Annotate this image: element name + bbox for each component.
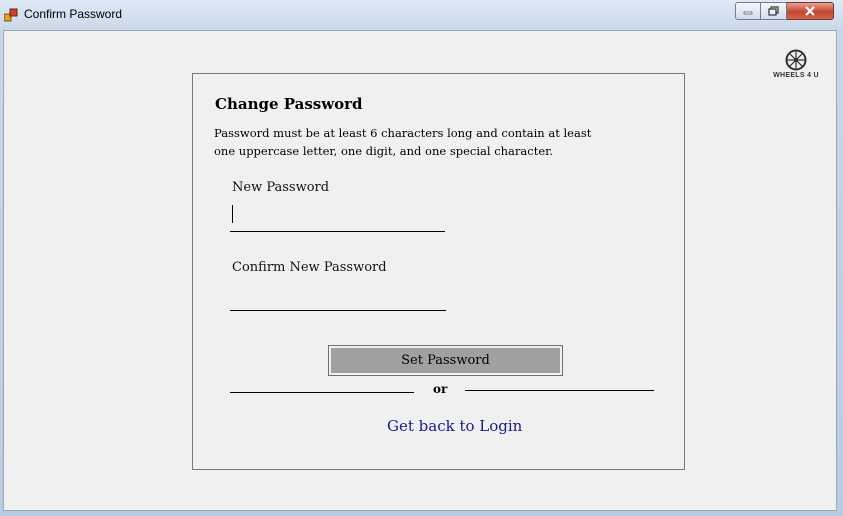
confirm-password-label: Confirm New Password [232,260,387,275]
minimize-icon [743,11,753,15]
divider-left [230,392,414,393]
divider-right [465,390,654,391]
app-icon [3,7,18,22]
title-bar[interactable]: Confirm Password [0,0,843,30]
window-title: Confirm Password [24,7,123,21]
password-requirements: Password must be at least 6 characters l… [214,126,592,158]
set-password-button[interactable]: Set Password [328,345,563,376]
set-password-button-label: Set Password [331,348,560,373]
panel-heading: Change Password [215,95,363,113]
back-to-login-link[interactable]: Get back to Login [387,417,522,435]
wheel-icon [785,49,807,71]
close-button[interactable] [787,2,834,20]
minimize-button[interactable] [735,2,761,20]
text-caret [232,205,233,223]
maximize-icon [767,6,779,16]
maximize-button[interactable] [761,2,787,20]
divider-or-text: or [433,382,448,396]
confirm-password-field[interactable] [230,289,446,311]
close-icon [805,6,815,16]
brand-logo: WHEELS 4 U [766,48,826,84]
new-password-field[interactable] [230,210,445,232]
new-password-label: New Password [232,180,330,195]
brand-name: WHEELS 4 U [773,72,819,79]
